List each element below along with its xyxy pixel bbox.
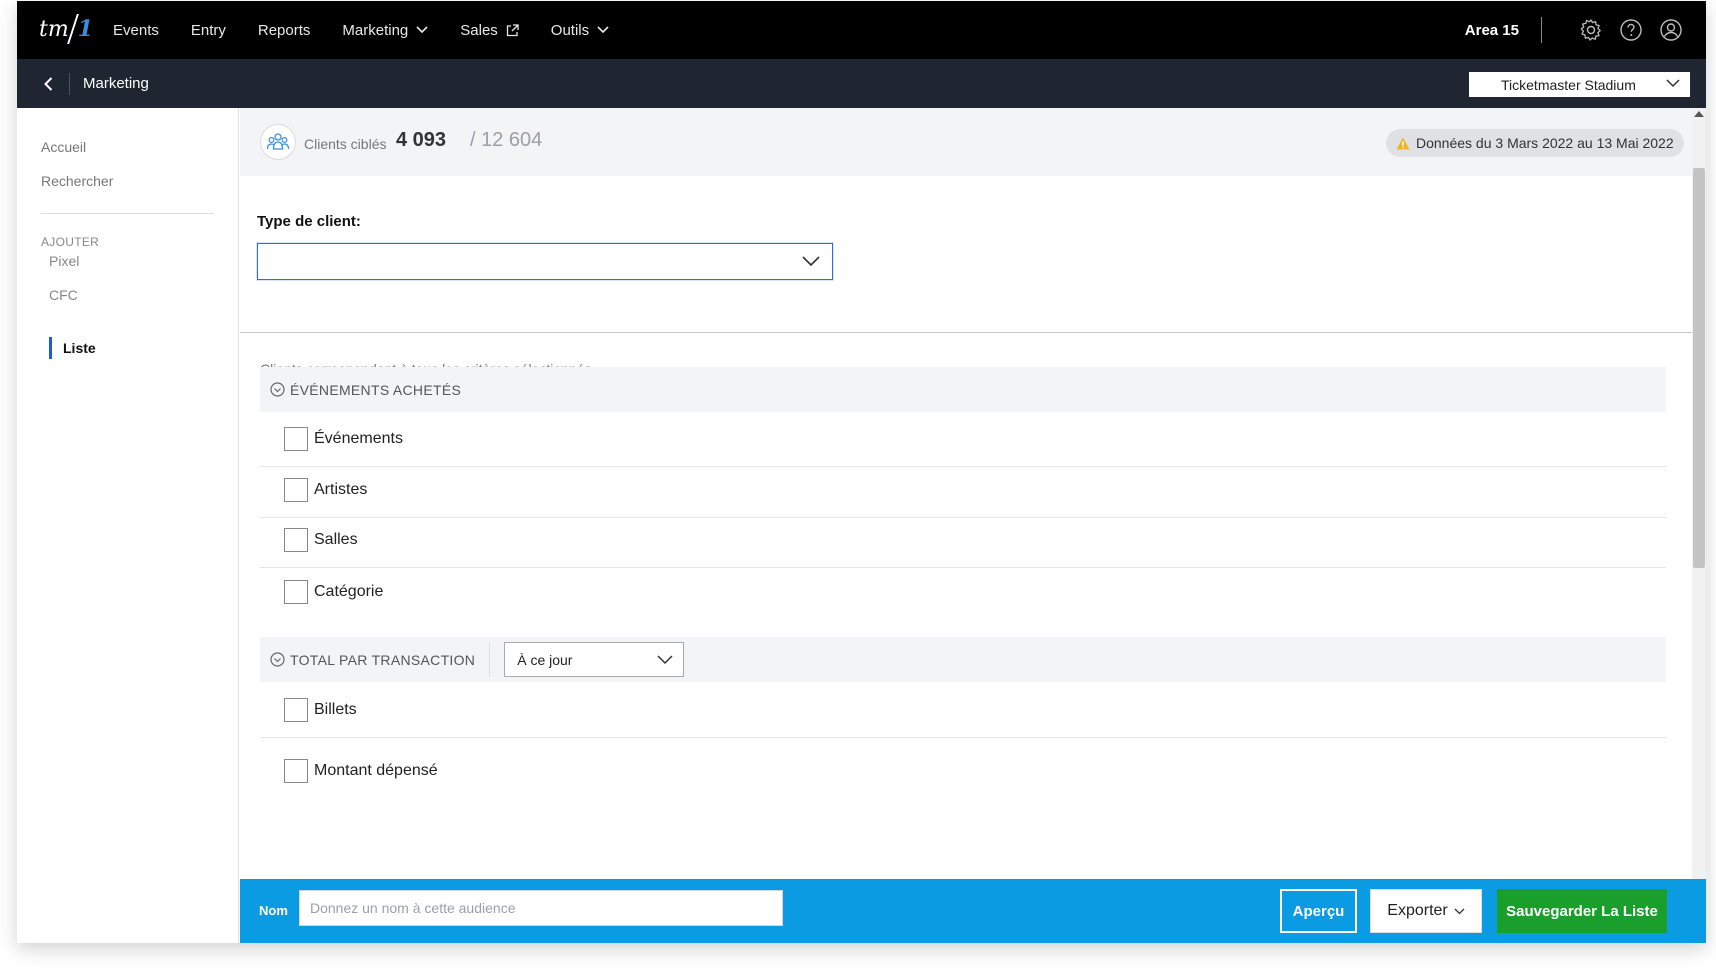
checkbox[interactable]	[284, 528, 308, 552]
warning-icon	[1396, 137, 1410, 149]
sidebar-item-pixel[interactable]: Pixel	[49, 253, 79, 269]
nav-item-label: Events	[113, 21, 159, 39]
page-title: Marketing	[83, 75, 149, 92]
sub-header: Marketing Ticketmaster Stadium	[17, 59, 1706, 108]
footer-action-bar: Nom Aperçu Exporter Sauvegarder La Liste	[240, 879, 1706, 943]
sidebar-item-accueil[interactable]: Accueil	[41, 139, 86, 155]
date-range-text: Données du 3 Mars 2022 au 13 Mai 2022	[1416, 135, 1674, 151]
sidebar-item-rechercher[interactable]: Rechercher	[41, 173, 113, 189]
period-select-value: À ce jour	[517, 651, 573, 668]
user-icon[interactable]	[1658, 17, 1684, 43]
sidebar-section-heading: AJOUTER	[41, 235, 100, 249]
checkbox[interactable]	[284, 478, 308, 502]
nav-divider	[1541, 17, 1542, 43]
events-section-header[interactable]: ÉVÉNEMENTS ACHETÉS	[260, 367, 1666, 412]
checkbox-label: Catégorie	[314, 582, 384, 600]
stats-bar: Clients ciblés 4 093 / 12 604 Données du…	[240, 108, 1706, 176]
gear-icon[interactable]	[1578, 17, 1604, 43]
client-type-label: Type de client:	[257, 213, 361, 230]
tm1-logo[interactable]: tm 1	[39, 11, 93, 47]
subheader-divider	[69, 73, 70, 95]
scrollbar-thumb[interactable]	[1693, 168, 1705, 568]
audience-name-label: Nom	[259, 903, 288, 918]
main-content: Clients ciblés 4 093 / 12 604 Données du…	[240, 108, 1706, 943]
check-row-montant-depense[interactable]: Montant dépensé	[260, 742, 1666, 800]
top-navigation: tm 1 Events Entry Reports Marketing Sale…	[17, 1, 1706, 59]
venue-select[interactable]: Ticketmaster Stadium	[1469, 72, 1690, 97]
external-link-icon	[506, 23, 519, 36]
nav-item-label: Sales	[460, 21, 498, 39]
checkbox-label: Montant dépensé	[314, 762, 438, 779]
sidebar-divider	[41, 213, 214, 214]
vertical-scrollbar[interactable]	[1692, 108, 1706, 943]
sidebar-item-cfc[interactable]: CFC	[49, 287, 78, 303]
targeted-clients-count: 4 093	[396, 129, 447, 151]
checkbox-label: Billets	[314, 700, 357, 718]
collapse-circle-icon[interactable]	[270, 382, 285, 397]
checkbox-label: Artistes	[314, 481, 368, 498]
checkbox[interactable]	[284, 427, 308, 451]
nav-item-reports[interactable]: Reports	[258, 22, 311, 39]
nav-right: Area 15	[1465, 1, 1684, 59]
nav-item-label: Reports	[257, 21, 311, 39]
audience-name-input[interactable]	[299, 890, 783, 926]
nav-item-outils[interactable]: Outils	[551, 22, 609, 39]
app-window: tm 1 Events Entry Reports Marketing Sale…	[17, 1, 1706, 943]
nav-item-label: Outils	[550, 21, 590, 39]
check-row-artistes[interactable]: Artistes	[260, 463, 1666, 518]
checkbox[interactable]	[284, 759, 308, 783]
export-button[interactable]: Exporter	[1370, 889, 1482, 933]
client-type-select[interactable]	[257, 243, 833, 280]
date-range-badge: Données du 3 Mars 2022 au 13 Mai 2022	[1386, 129, 1684, 157]
nav-item-marketing[interactable]: Marketing	[342, 22, 428, 39]
total-clients-count: / 12 604	[470, 129, 543, 151]
nav-item-entry[interactable]: Entry	[191, 22, 226, 39]
scroll-up-arrow-icon[interactable]	[1694, 111, 1704, 117]
events-section-title: ÉVÉNEMENTS ACHETÉS	[290, 381, 462, 398]
help-icon[interactable]	[1618, 17, 1644, 43]
nav-item-label: Entry	[190, 21, 226, 39]
section-divider	[240, 332, 1706, 333]
checkbox-label: Salles	[314, 531, 358, 548]
venue-name[interactable]: Area 15	[1465, 22, 1519, 39]
checkbox-label: Événements	[314, 430, 403, 447]
check-row-salles[interactable]: Salles	[260, 513, 1666, 568]
checkbox[interactable]	[284, 697, 308, 722]
check-row-categorie[interactable]: Catégorie	[260, 564, 1666, 619]
nav-menu: Events Entry Reports Marketing Sales Out…	[113, 1, 641, 59]
export-button-label: Exporter	[1387, 902, 1448, 919]
logo-text: tm	[39, 16, 69, 42]
chevron-down-icon	[1454, 908, 1465, 914]
check-row-billets[interactable]: Billets	[260, 682, 1666, 738]
back-arrow-icon[interactable]	[39, 74, 59, 94]
sidebar: Accueil Rechercher AJOUTER Pixel CFC Lis…	[17, 108, 239, 943]
checkbox[interactable]	[284, 579, 308, 604]
nav-item-label: Marketing	[342, 21, 409, 39]
chevron-down-icon	[802, 256, 820, 267]
chevron-down-icon	[597, 26, 609, 34]
collapse-circle-icon[interactable]	[270, 652, 285, 667]
chevron-down-icon	[416, 26, 428, 34]
period-select[interactable]: À ce jour	[504, 642, 685, 677]
venue-select-value: Ticketmaster Stadium	[1501, 76, 1636, 93]
people-icon	[260, 124, 296, 160]
nav-item-events[interactable]: Events	[113, 22, 159, 39]
sidebar-item-liste[interactable]: Liste	[49, 337, 96, 359]
section-header-divider	[489, 642, 491, 677]
targeted-clients-label: Clients ciblés	[304, 136, 387, 152]
chevron-down-icon	[1666, 79, 1680, 88]
transaction-section-header[interactable]: TOTAL PAR TRANSACTION À ce jour	[260, 637, 1666, 682]
preview-button[interactable]: Aperçu	[1280, 889, 1357, 933]
nav-item-sales[interactable]: Sales	[460, 22, 519, 39]
save-list-button[interactable]: Sauvegarder La Liste	[1497, 889, 1667, 933]
check-row-evenements[interactable]: Événements	[260, 412, 1666, 467]
transaction-section-title: TOTAL PAR TRANSACTION	[290, 651, 476, 668]
chevron-down-icon	[657, 655, 673, 665]
logo-accent: 1	[77, 16, 94, 42]
